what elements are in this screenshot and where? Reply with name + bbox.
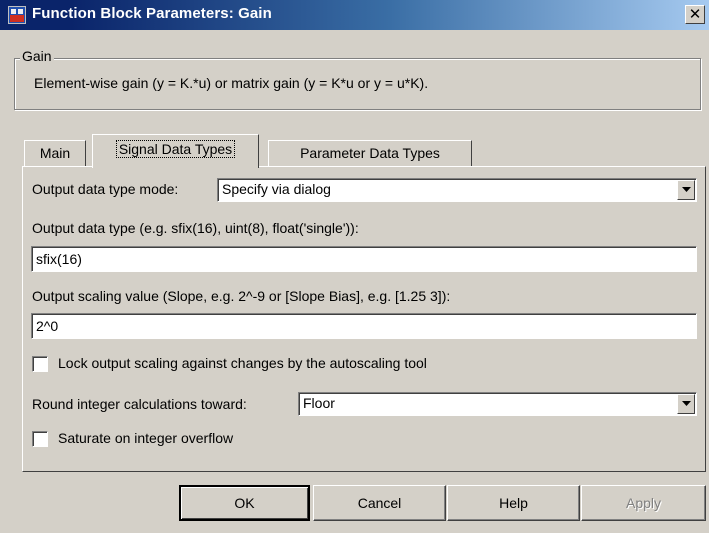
- group-legend: Gain: [20, 48, 54, 64]
- round-value: Floor: [303, 395, 335, 411]
- lock-scaling-checkbox[interactable]: [32, 356, 48, 372]
- tab-main[interactable]: Main: [24, 140, 86, 166]
- help-button[interactable]: Help: [447, 485, 580, 521]
- ok-button[interactable]: OK: [179, 485, 310, 521]
- chevron-down-icon[interactable]: [677, 394, 695, 414]
- close-icon[interactable]: ✕: [685, 5, 705, 24]
- output-type-label: Output data type (e.g. sfix(16), uint(8)…: [32, 220, 359, 236]
- saturate-checkbox[interactable]: [32, 431, 48, 447]
- saturate-label: Saturate on integer overflow: [58, 430, 234, 446]
- apply-button[interactable]: Apply: [581, 485, 706, 521]
- scaling-input[interactable]: 2^0: [31, 313, 697, 339]
- tab-main-label: Main: [39, 145, 71, 161]
- tab-parameter-data-types[interactable]: Parameter Data Types: [268, 140, 472, 166]
- lock-scaling-label: Lock output scaling against changes by t…: [58, 355, 427, 371]
- round-label: Round integer calculations toward:: [32, 396, 247, 412]
- cancel-button[interactable]: Cancel: [313, 485, 446, 521]
- output-mode-value: Specify via dialog: [222, 181, 331, 197]
- chevron-down-icon[interactable]: [677, 180, 695, 200]
- scaling-value: 2^0: [36, 318, 59, 334]
- output-mode-label: Output data type mode:: [32, 181, 179, 197]
- title-bar[interactable]: Function Block Parameters: Gain ✕: [0, 0, 709, 30]
- window-title: Function Block Parameters: Gain: [32, 5, 272, 22]
- block-description: Element-wise gain (y = K.*u) or matrix g…: [34, 75, 429, 91]
- tab-signal-data-types-label: Signal Data Types: [115, 140, 236, 158]
- dialog-window: Function Block Parameters: Gain ✕ Gain E…: [0, 0, 709, 533]
- output-type-input[interactable]: sfix(16): [31, 246, 697, 272]
- tab-signal-data-types[interactable]: Signal Data Types: [92, 134, 259, 168]
- simulink-block-icon: [8, 6, 26, 24]
- output-mode-select[interactable]: Specify via dialog: [217, 178, 697, 202]
- tab-parameter-data-types-label: Parameter Data Types: [300, 145, 440, 161]
- output-type-value: sfix(16): [36, 251, 82, 267]
- scaling-label: Output scaling value (Slope, e.g. 2^-9 o…: [32, 288, 451, 304]
- round-select[interactable]: Floor: [298, 392, 697, 416]
